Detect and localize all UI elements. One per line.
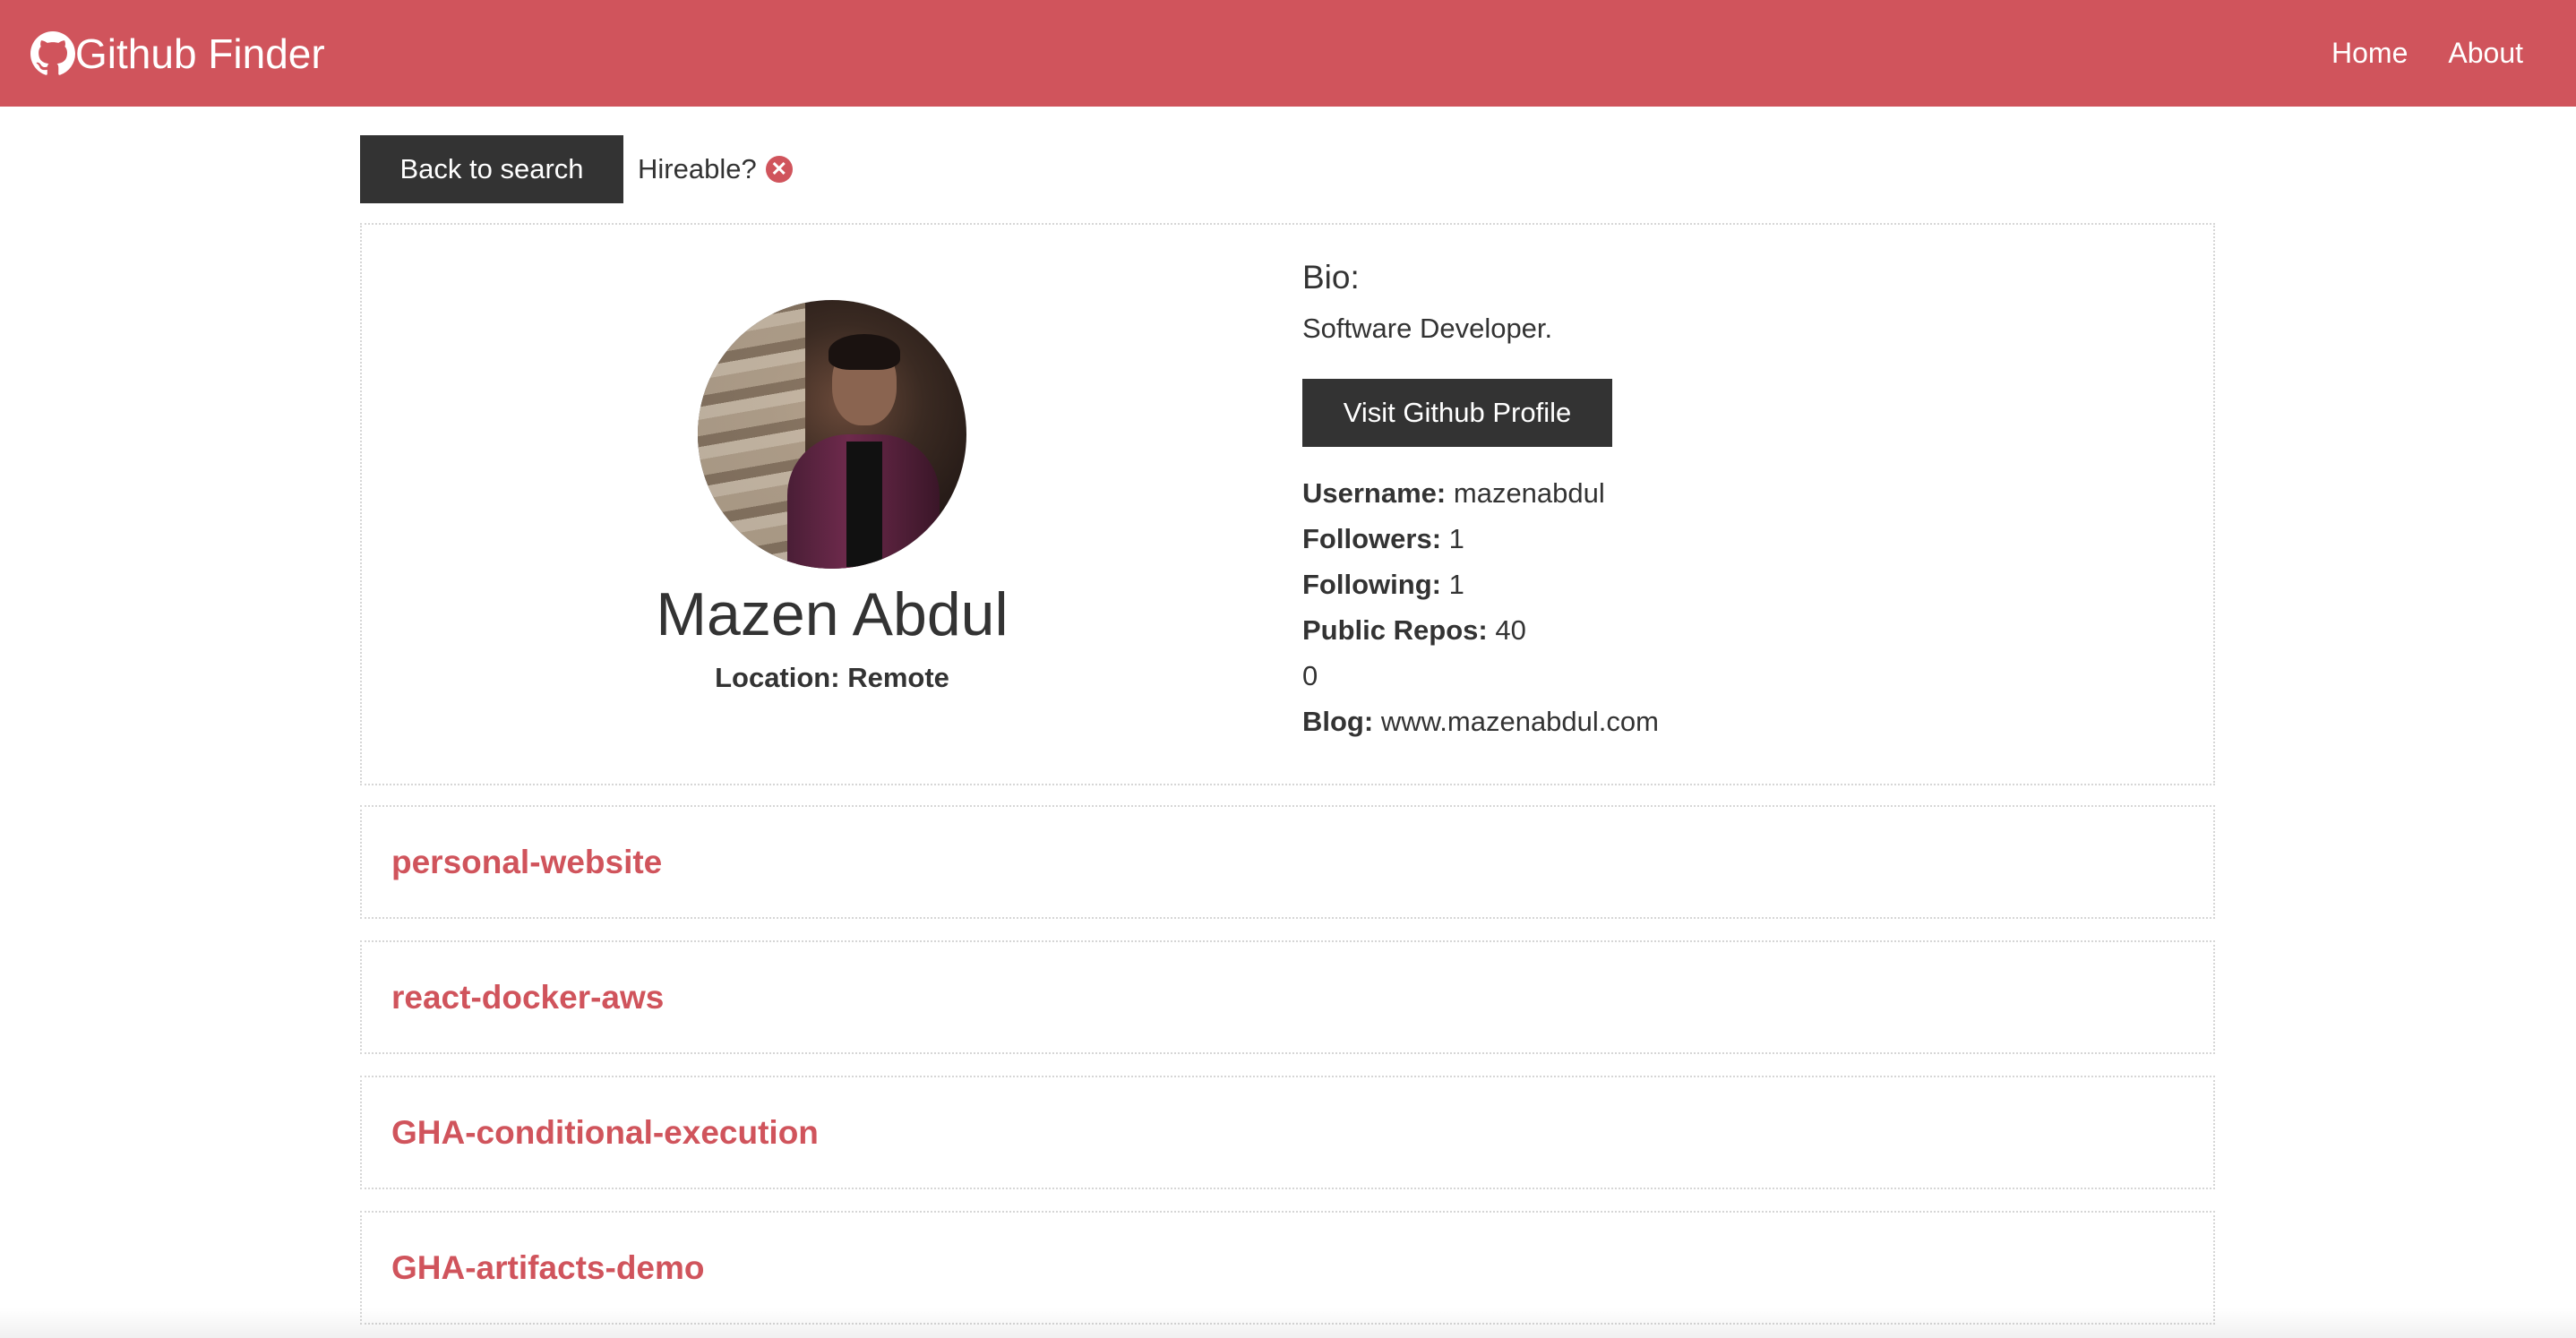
profile-stats: Username: mazenabdul Followers: 1 Follow… <box>1302 470 1659 744</box>
repo-link[interactable]: GHA-artifacts-demo <box>391 1249 705 1287</box>
profile-card: Mazen Abdul Location: Remote Bio: Softwa… <box>360 223 2215 785</box>
navbar: Github Finder Home About <box>0 0 2576 107</box>
repo-list: personal-website react-docker-aws GHA-co… <box>360 805 2215 1325</box>
blog-row: Blog: www.mazenabdul.com <box>1302 699 1659 744</box>
profile-details: Bio: Software Developer. Visit Github Pr… <box>1302 225 1659 784</box>
username-value: mazenabdul <box>1453 477 1605 509</box>
location-value: Remote <box>847 662 949 693</box>
brand-title: Github Finder <box>75 30 325 77</box>
public-repos-value: 40 <box>1495 614 1526 646</box>
back-to-search-button[interactable]: Back to search <box>360 135 623 203</box>
blog-label: Blog: <box>1302 706 1374 737</box>
hireable-status: Hireable? ✕ <box>638 153 793 185</box>
followers-value: 1 <box>1448 523 1464 554</box>
hireable-label: Hireable? <box>638 153 757 184</box>
bio-title: Bio: <box>1302 259 1360 296</box>
x-circle-icon: ✕ <box>765 156 793 183</box>
top-row: Back to search Hireable? ✕ <box>360 135 2215 203</box>
github-icon <box>30 30 75 76</box>
bio-text: Software Developer. <box>1302 313 1553 344</box>
bottom-shadow <box>0 1308 2576 1338</box>
location-label: Location: <box>715 662 840 693</box>
nav-about-link[interactable]: About <box>2448 37 2523 70</box>
repo-link[interactable]: react-docker-aws <box>391 979 664 1016</box>
brand[interactable]: Github Finder <box>30 30 325 78</box>
username-label: Username: <box>1302 477 1447 509</box>
followers-label: Followers: <box>1302 523 1442 554</box>
repo-link[interactable]: personal-website <box>391 844 662 881</box>
nav-links: Home About <box>2291 37 2523 70</box>
following-value: 1 <box>1448 569 1464 600</box>
gists-value: 0 <box>1302 660 1318 691</box>
avatar <box>698 300 966 569</box>
repo-link[interactable]: GHA-conditional-execution <box>391 1114 819 1152</box>
repo-item: personal-website <box>360 805 2215 919</box>
visit-github-profile-button[interactable]: Visit Github Profile <box>1302 379 1612 447</box>
username-row: Username: mazenabdul <box>1302 470 1659 516</box>
repo-item: react-docker-aws <box>360 940 2215 1054</box>
following-label: Following: <box>1302 569 1441 600</box>
profile-summary: Mazen Abdul Location: Remote <box>362 225 1302 784</box>
main-container: Back to search Hireable? ✕ Mazen Abdul L… <box>360 135 2215 1325</box>
public-repos-row: Public Repos: 40 <box>1302 607 1659 653</box>
profile-location: Location: Remote <box>715 662 949 694</box>
repo-item: GHA-conditional-execution <box>360 1076 2215 1189</box>
nav-home-link[interactable]: Home <box>2331 37 2408 70</box>
followers-row: Followers: 1 <box>1302 516 1659 562</box>
blog-value[interactable]: www.mazenabdul.com <box>1381 706 1659 737</box>
following-row: Following: 1 <box>1302 562 1659 607</box>
profile-name: Mazen Abdul <box>656 580 1009 648</box>
public-repos-label: Public Repos: <box>1302 614 1488 646</box>
